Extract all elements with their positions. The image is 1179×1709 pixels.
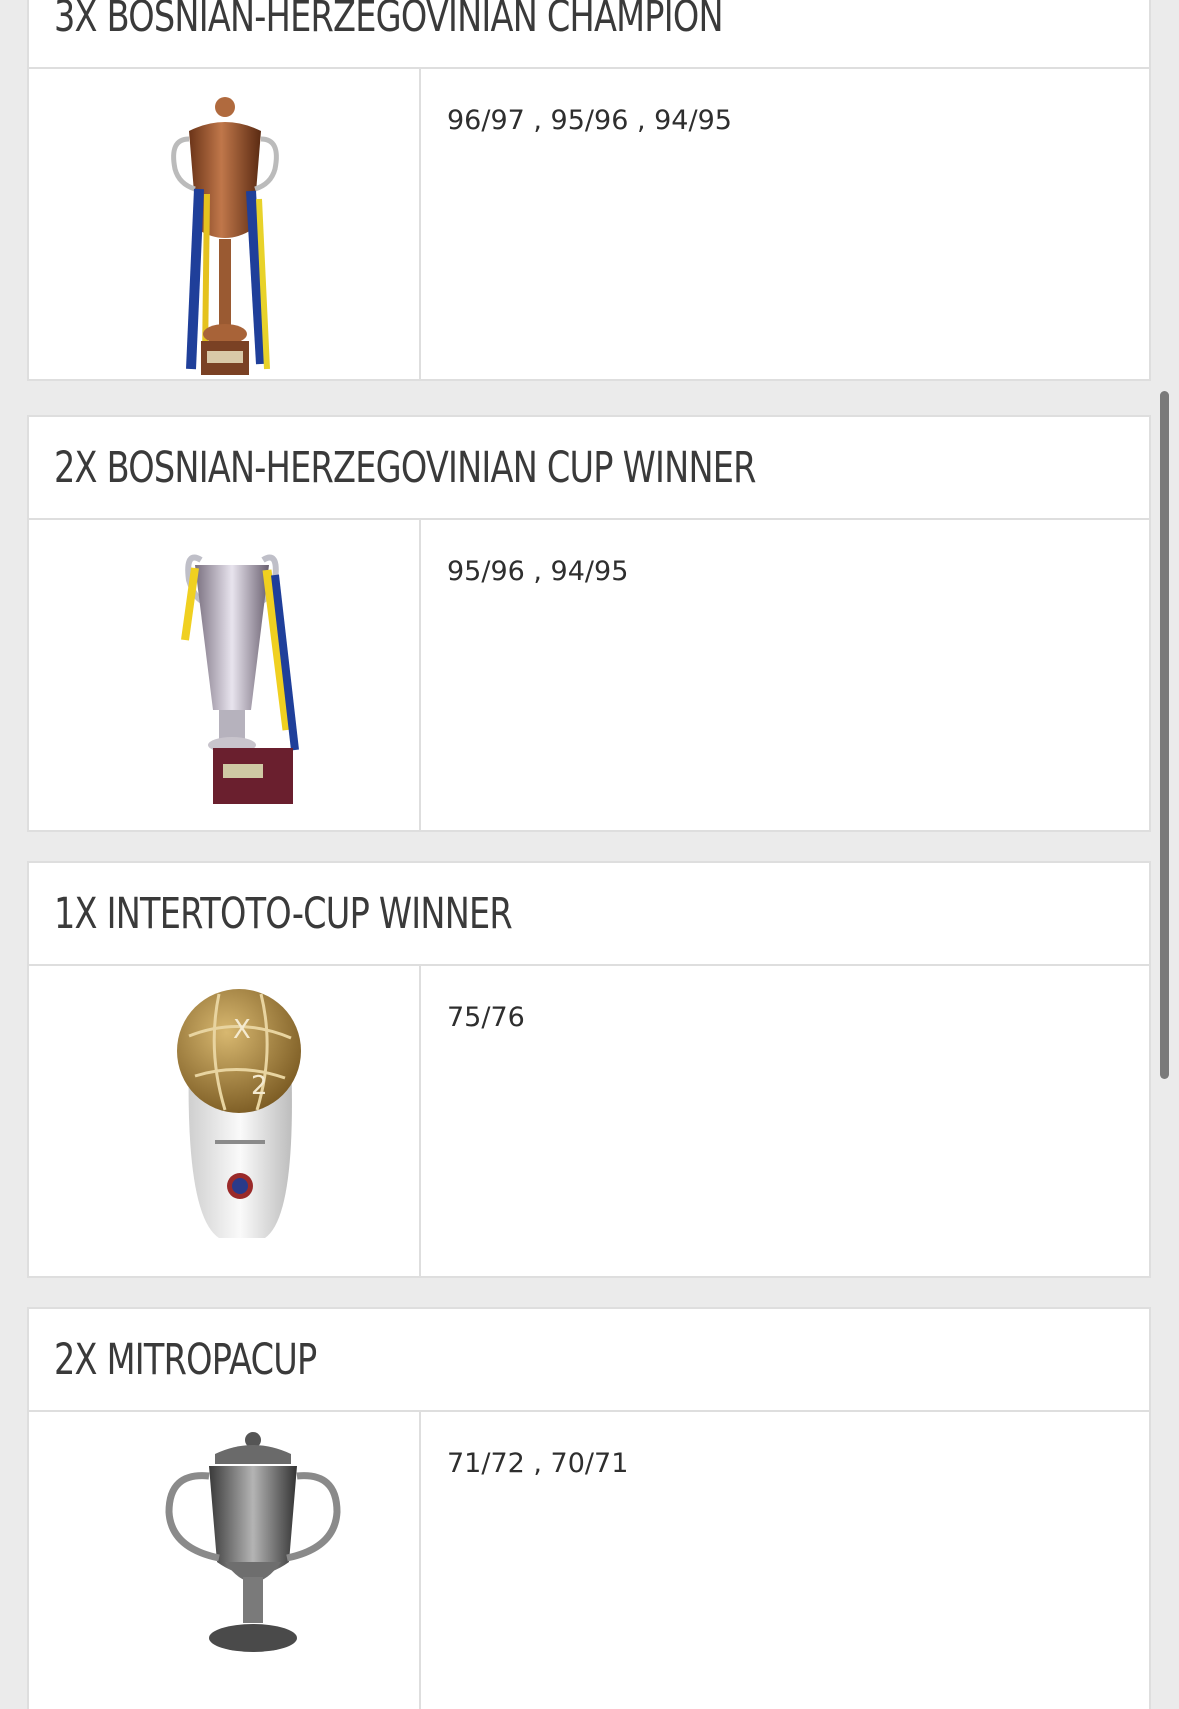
silver-cup-with-ribbons-icon: [181, 554, 299, 804]
honour-card-header: 2X MITROPACUP: [29, 1309, 1149, 1412]
honour-card-champion: 3X BOSNIAN-HERZEGOVINIAN CHAMPION 96/97 …: [27, 0, 1151, 381]
trophy-image-cell: [29, 520, 421, 830]
honours-list: 3X BOSNIAN-HERZEGOVINIAN CHAMPION 96/97 …: [0, 0, 1179, 1709]
seasons-cell: 95/96 , 94/95: [421, 520, 1149, 830]
honour-card-cup-winner: 2X BOSNIAN-HERZEGOVINIAN CUP WINNER 95/9…: [27, 415, 1151, 832]
honour-card-body: 95/96 , 94/95: [29, 520, 1149, 830]
seasons-list: 96/97 , 95/96 , 94/95: [447, 105, 732, 136]
trophy-image-cell: [29, 69, 421, 379]
silver-urn-cup-icon: [165, 1432, 341, 1652]
honour-card-header: 1X INTERTOTO-CUP WINNER: [29, 863, 1149, 966]
honour-card-body: 71/72 , 70/71: [29, 1412, 1149, 1709]
scrollbar-thumb[interactable]: [1160, 391, 1169, 1079]
honour-title: 2X BOSNIAN-HERZEGOVINIAN CUP WINNER: [54, 443, 756, 493]
seasons-list: 71/72 , 70/71: [447, 1448, 629, 1479]
seasons-cell: 75/76: [421, 966, 1149, 1276]
trophy-image-cell: [29, 1412, 421, 1709]
seasons-cell: 96/97 , 95/96 , 94/95: [421, 69, 1149, 379]
honour-title: 1X INTERTOTO-CUP WINNER: [54, 889, 513, 939]
honour-card-header: 2X BOSNIAN-HERZEGOVINIAN CUP WINNER: [29, 417, 1149, 520]
seasons-list: 75/76: [447, 1002, 525, 1033]
svg-text:2: 2: [251, 1071, 268, 1101]
seasons-list: 95/96 , 94/95: [447, 556, 629, 587]
seasons-cell: 71/72 , 70/71: [421, 1412, 1149, 1709]
honour-card-intertoto: 1X INTERTOTO-CUP WINNER X 2 75/76: [27, 861, 1151, 1278]
trophy-image-cell: X 2: [29, 966, 421, 1276]
honour-card-body: 96/97 , 95/96 , 94/95: [29, 69, 1149, 379]
svg-text:X: X: [233, 1015, 251, 1045]
intertoto-ball-trophy-icon: X 2: [177, 989, 301, 1238]
honour-card-mitropacup: 2X MITROPACUP 71/72 , 70/71: [27, 1307, 1151, 1709]
honour-card-header: 3X BOSNIAN-HERZEGOVINIAN CHAMPION: [29, 0, 1149, 69]
honour-title: 3X BOSNIAN-HERZEGOVINIAN CHAMPION: [54, 0, 724, 42]
honour-title: 2X MITROPACUP: [54, 1335, 317, 1385]
bronze-cup-with-ribbons-icon: [171, 97, 279, 375]
honour-card-body: X 2 75/76: [29, 966, 1149, 1276]
